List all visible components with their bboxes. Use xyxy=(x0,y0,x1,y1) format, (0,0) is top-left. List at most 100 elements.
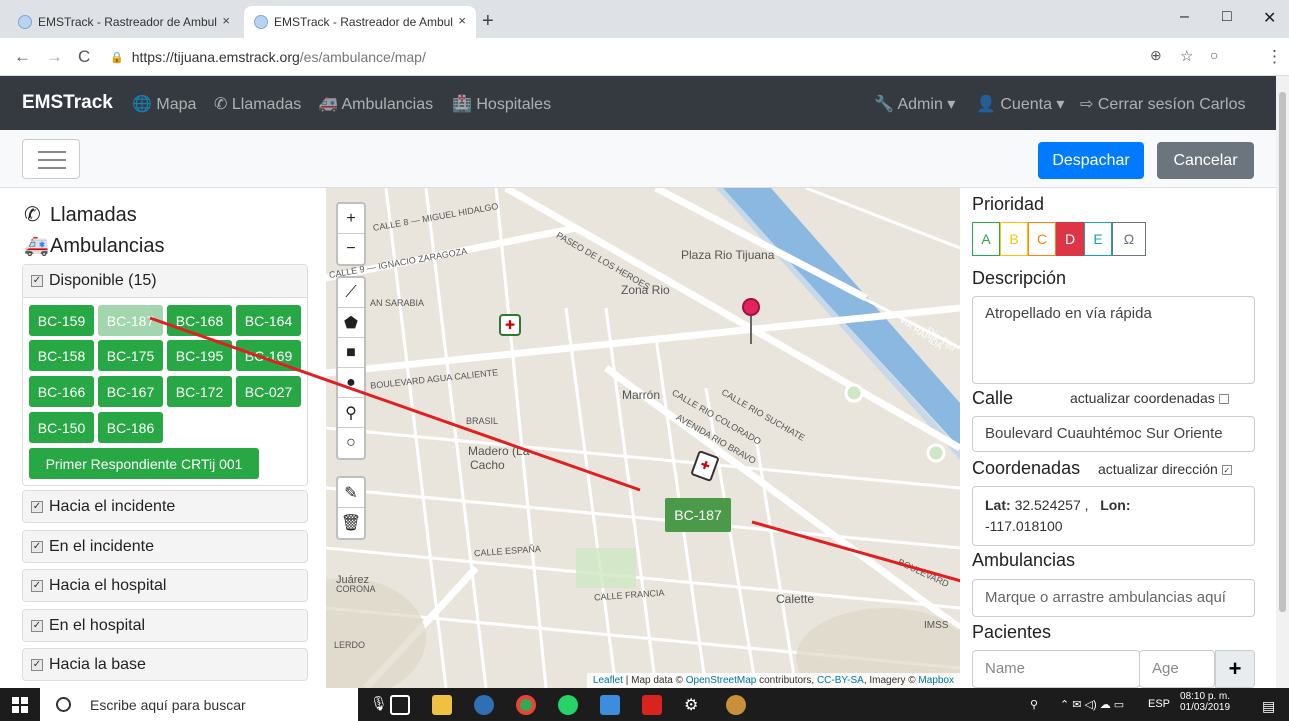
status-to-incident[interactable]: ✓ Hacia el incidente xyxy=(22,490,308,523)
windows-start-icon[interactable] xyxy=(12,697,28,713)
ambulance-chip[interactable]: BC-167 xyxy=(98,376,163,407)
priority-option[interactable]: Ω xyxy=(1112,222,1146,256)
acrobat-icon[interactable] xyxy=(642,695,662,715)
notifications-icon[interactable]: ▤ xyxy=(1262,698,1275,715)
dispatch-button[interactable]: Despachar xyxy=(1038,142,1144,179)
mapbox-link[interactable]: Mapbox xyxy=(918,675,954,686)
chrome-icon[interactable] xyxy=(516,695,536,715)
edit-layers-icon[interactable]: ✎ xyxy=(338,478,364,508)
browser-tab-1[interactable]: EMSTrack - Rastreador de Ambul × xyxy=(8,6,240,38)
paint-icon[interactable] xyxy=(726,695,746,715)
cancel-button[interactable]: Cancelar xyxy=(1157,142,1254,179)
status-at-incident[interactable]: ✓ En el incidente xyxy=(22,530,308,563)
draw-circlemarker-icon[interactable]: ○ xyxy=(338,428,364,458)
first-responder-chip[interactable]: Primer Respondiente CRTij 001 xyxy=(29,448,259,479)
chrome-menu-icon[interactable]: ⋮ xyxy=(1266,47,1283,67)
tab-close-icon[interactable]: × xyxy=(222,13,230,28)
nav-admin[interactable]: 🔧 Admin ▾ xyxy=(874,94,955,114)
file-explorer-icon[interactable] xyxy=(432,695,452,715)
whatsapp-icon[interactable] xyxy=(558,695,578,715)
menu-toggle-button[interactable] xyxy=(22,139,80,179)
patient-age-input[interactable]: Age xyxy=(1139,650,1215,688)
add-patient-button[interactable]: + xyxy=(1215,650,1255,688)
description-textarea[interactable]: Atropellado en vía rápida xyxy=(972,296,1255,384)
reload-icon[interactable]: C xyxy=(78,47,90,67)
ambulance-chip[interactable]: BC-175 xyxy=(98,340,163,371)
osm-link[interactable]: OpenStreetMap xyxy=(686,675,757,686)
priority-option[interactable]: B xyxy=(1000,222,1028,256)
minimize-icon[interactable]: – xyxy=(1180,8,1189,26)
nav-account[interactable]: 👤 Cuenta ▾ xyxy=(976,94,1064,114)
clock[interactable]: 08:10 p. m. 01/03/2019 xyxy=(1180,691,1230,713)
draw-circle-icon[interactable]: ● xyxy=(338,368,364,398)
status-to-hospital[interactable]: ✓ Hacia el hospital xyxy=(22,569,308,602)
ambulance-marker-icon[interactable]: ✚ xyxy=(499,314,521,336)
ambulance-chip[interactable]: BC-169 xyxy=(236,340,301,371)
taskbar-search[interactable]: Escribe aquí para buscar xyxy=(40,688,358,721)
document-icon[interactable] xyxy=(600,695,620,715)
ambulance-chip[interactable]: BC-164 xyxy=(236,305,301,336)
new-tab-button[interactable]: + xyxy=(482,10,494,33)
bookmark-star-icon[interactable]: ☆ xyxy=(1180,47,1193,65)
incident-pin-icon[interactable] xyxy=(742,298,760,316)
status-checkbox[interactable]: ✓ xyxy=(31,540,43,553)
update-address-toggle[interactable]: actualizar dirección ✓ xyxy=(1098,461,1232,477)
zoom-in-button[interactable]: + xyxy=(338,204,364,234)
status-checkbox[interactable]: ✓ xyxy=(31,579,43,592)
available-header[interactable]: ✓ Disponible (15) xyxy=(23,265,307,298)
browser-tab-2[interactable]: EMSTrack - Rastreador de Ambul × xyxy=(244,6,476,38)
back-icon[interactable]: ← xyxy=(14,47,31,67)
microphone-icon[interactable]: 🎙 xyxy=(370,695,390,715)
maximize-icon[interactable]: □ xyxy=(1222,8,1232,26)
scrollbar-thumb[interactable] xyxy=(1279,92,1286,612)
task-view-icon[interactable] xyxy=(390,695,410,715)
extension-icon[interactable]: ○ xyxy=(1210,47,1218,63)
update-address-checkbox[interactable]: ✓ xyxy=(1221,465,1232,476)
priority-option[interactable]: A xyxy=(972,222,1000,256)
url-field[interactable]: 🔒 https://tijuana.emstrack.org/es/ambula… xyxy=(110,43,1150,71)
nav-map[interactable]: 🌐 Mapa xyxy=(132,94,196,114)
tray-icons[interactable]: ⌃ ✉ ◁) ☁ ▭ xyxy=(1060,698,1124,711)
update-coords-toggle[interactable]: actualizar coordenadas xyxy=(1070,390,1229,406)
keyboard-language[interactable]: ESP xyxy=(1148,698,1170,710)
update-coords-checkbox[interactable] xyxy=(1218,394,1229,405)
ambulance-chip[interactable]: BC-186 xyxy=(98,412,163,443)
ambulance-chip[interactable]: BC-166 xyxy=(29,376,94,407)
status-to-base[interactable]: ✓ Hacia la base xyxy=(22,648,308,681)
nav-logout[interactable]: ⇨ Cerrar sesíon Carlos xyxy=(1080,94,1245,114)
ambulance-drop-zone[interactable]: Marque o arrastre ambulancias aquí xyxy=(972,579,1255,617)
zoom-icon[interactable]: ⊕ xyxy=(1150,47,1162,64)
ambulance-chip[interactable]: BC-158 xyxy=(29,340,94,371)
ambulance-chip[interactable]: BC-168 xyxy=(167,305,232,336)
draw-rectangle-icon[interactable]: ■ xyxy=(338,338,364,368)
zoom-out-button[interactable]: − xyxy=(338,234,364,264)
forward-icon[interactable]: → xyxy=(46,47,63,67)
draw-marker-icon[interactable]: ⚲ xyxy=(338,398,364,428)
status-checkbox[interactable]: ✓ xyxy=(31,658,43,671)
nav-calls[interactable]: ✆ Llamadas xyxy=(214,94,301,114)
ambulance-chip[interactable]: BC-172 xyxy=(167,376,232,407)
ambulance-chip[interactable]: BC-150 xyxy=(29,412,94,443)
dragged-ambulance-chip[interactable]: BC-187 xyxy=(665,498,731,532)
map-view[interactable]: Plaza Rio Tijuana Zona Rio Marrón Madero… xyxy=(326,188,960,688)
draw-polygon-icon[interactable]: ⬟ xyxy=(338,308,364,338)
cc-by-sa-link[interactable]: CC-BY-SA xyxy=(817,675,864,686)
delete-layers-icon[interactable]: 🗑 xyxy=(338,508,364,538)
status-at-hospital[interactable]: ✓ En el hospital xyxy=(22,609,308,642)
ambulance-chip[interactable]: BC-195 xyxy=(167,340,232,371)
page-scrollbar[interactable] xyxy=(1276,76,1289,688)
brand-logo[interactable]: EMSTrack xyxy=(22,92,113,114)
patient-name-input[interactable]: Name xyxy=(972,650,1140,688)
people-icon[interactable]: ⚲ xyxy=(1030,698,1038,711)
priority-option-selected[interactable]: D xyxy=(1056,222,1084,256)
nav-hospitals[interactable]: 🏥 Hospitales xyxy=(452,94,551,114)
street-input[interactable]: Boulevard Cuauhtémoc Sur Oriente xyxy=(972,416,1255,452)
available-checkbox[interactable]: ✓ xyxy=(31,275,43,287)
settings-gear-icon[interactable]: ⚙ xyxy=(684,695,704,715)
calls-heading[interactable]: ✆ Llamadas xyxy=(24,202,137,227)
leaflet-link[interactable]: Leaflet xyxy=(593,675,623,686)
priority-option[interactable]: E xyxy=(1084,222,1112,256)
priority-option[interactable]: C xyxy=(1028,222,1056,256)
app-icon[interactable] xyxy=(474,695,494,715)
ambulance-chip[interactable]: BC-159 xyxy=(29,305,94,336)
